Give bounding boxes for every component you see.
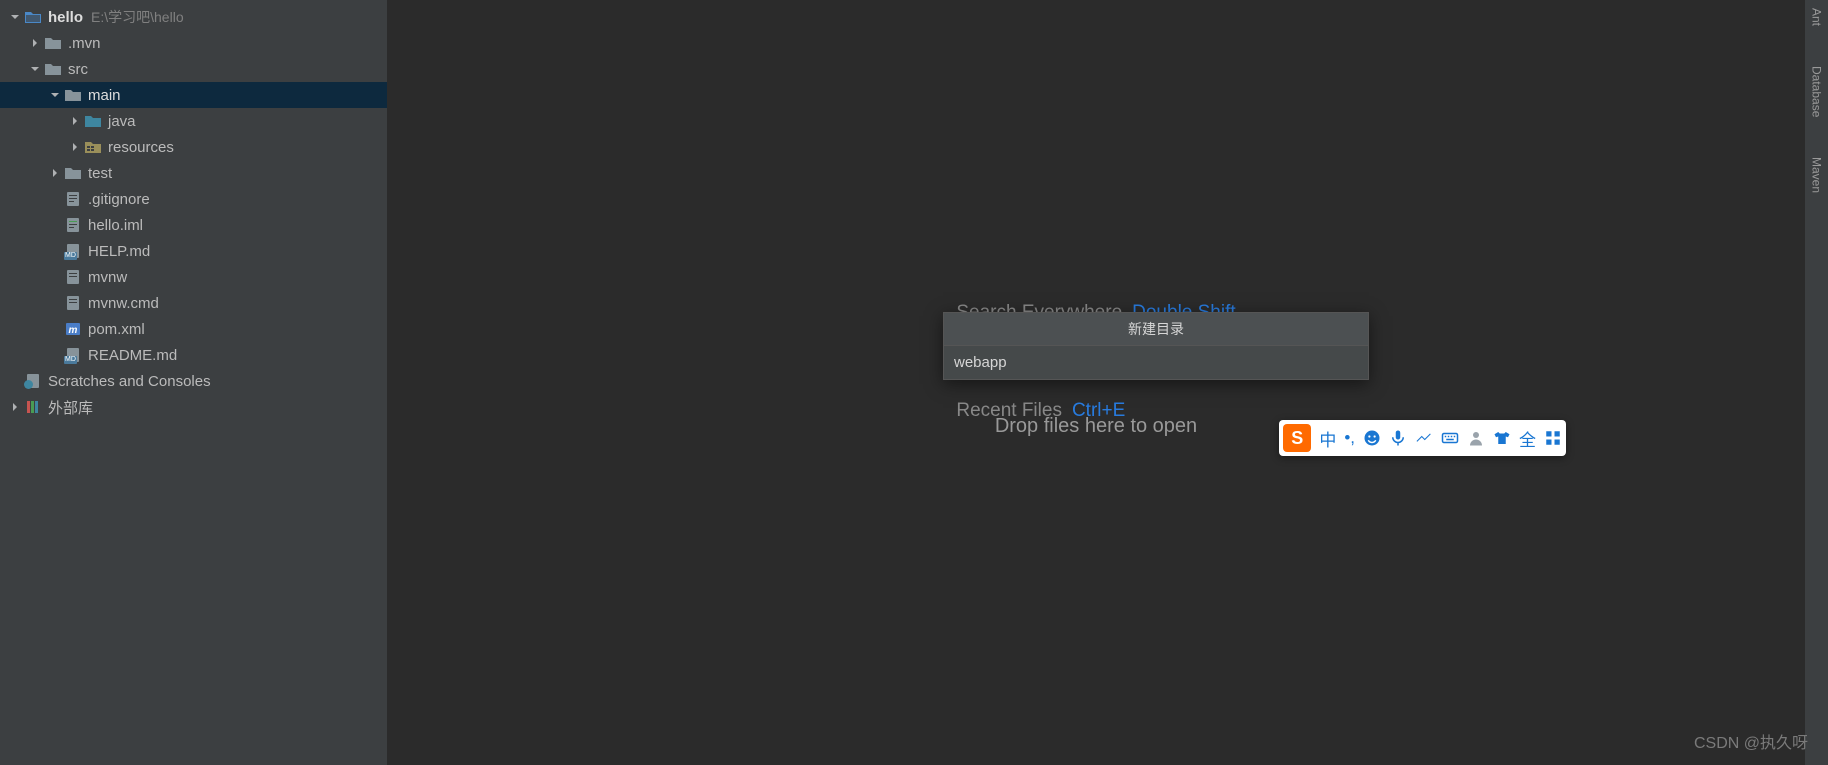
tree-label: test [88,165,112,182]
folder-icon [44,61,62,77]
folder-icon [44,35,62,51]
maven-file-icon: m [64,321,82,337]
directory-name-input[interactable] [944,345,1368,379]
tree-label: java [108,113,136,130]
tree-label: HELP.md [88,243,150,260]
tree-node-external-libs[interactable]: 外部库 [0,394,387,420]
sogou-logo-icon[interactable]: S [1283,424,1311,452]
watermark: CSDN @执久呀 [1694,729,1808,753]
tool-window-ant[interactable]: Ant [1810,8,1824,26]
tree-label: .mvn [68,35,101,52]
user-icon[interactable] [1467,429,1485,447]
tree-label: Scratches and Consoles [48,373,211,390]
file-icon [64,191,82,207]
project-name: hello [48,9,83,26]
new-directory-dialog: 新建目录 [943,312,1369,380]
tree-label: main [88,87,121,104]
tree-node-java[interactable]: java [0,108,387,134]
library-icon [24,399,42,415]
tool-window-database[interactable]: Database [1810,66,1824,117]
chevron-right-icon [28,36,42,50]
tree-node-scratches[interactable]: Scratches and Consoles [0,368,387,394]
project-tree[interactable]: hello E:\学习吧\hello .mvn src main java r [0,0,387,765]
emoji-icon[interactable] [1363,429,1381,447]
tree-label: src [68,61,88,78]
markdown-file-icon: MD [64,243,82,259]
tree-label: pom.xml [88,321,145,338]
project-path: E:\学习吧\hello [91,7,184,27]
editor-empty-area[interactable]: Search EverywhereDouble Shift Go to File… [387,0,1805,765]
tree-label: 外部库 [48,397,93,418]
tree-label: .gitignore [88,191,150,208]
microphone-icon[interactable] [1389,429,1407,447]
tree-node-help-md[interactable]: MD HELP.md [0,238,387,264]
chevron-down-icon [28,62,42,76]
chevron-right-icon [68,114,82,128]
tree-node-mvnw-cmd[interactable]: mvnw.cmd [0,290,387,316]
file-icon [64,295,82,311]
tree-node-hello-iml[interactable]: hello.iml [0,212,387,238]
right-tool-window-bar: Ant Database Maven [1805,0,1828,765]
tree-node-mvnw[interactable]: mvnw [0,264,387,290]
ime-fullwidth-toggle[interactable]: 全 [1519,426,1536,451]
tree-node-main[interactable]: main [0,82,387,108]
ime-toolbar[interactable]: S 中 •, 全 [1279,420,1566,456]
chevron-right-icon [68,140,82,154]
source-folder-icon [84,113,102,129]
chevron-right-icon [8,400,22,414]
tree-node-readme[interactable]: MD README.md [0,342,387,368]
tshirt-icon[interactable] [1493,429,1511,447]
ime-punct-toggle[interactable]: •, [1344,428,1355,448]
folder-icon [64,87,82,103]
chevron-right-icon [48,166,62,180]
folder-icon [64,165,82,181]
tree-node-pom[interactable]: m pom.xml [0,316,387,342]
tree-node-resources[interactable]: resources [0,134,387,160]
tree-node-gitignore[interactable]: .gitignore [0,186,387,212]
folder-icon [24,9,42,25]
svg-text:m: m [69,325,78,336]
tree-node-src[interactable]: src [0,56,387,82]
tree-label: hello.iml [88,217,143,234]
file-icon [64,269,82,285]
skin-icon[interactable] [1415,429,1433,447]
tree-node-mvn[interactable]: .mvn [0,30,387,56]
tree-label: mvnw.cmd [88,295,159,312]
drop-files-hint: Drop files here to open [995,415,1197,438]
markdown-file-icon: MD [64,347,82,363]
tool-window-maven[interactable]: Maven [1810,157,1824,193]
tree-label: README.md [88,347,177,364]
tree-label: resources [108,139,174,156]
keyboard-icon[interactable] [1441,429,1459,447]
toolbox-icon[interactable] [1544,429,1562,447]
resource-folder-icon [84,139,102,155]
scratches-icon [24,373,42,389]
tree-node-test[interactable]: test [0,160,387,186]
chevron-down-icon [8,10,22,24]
tree-node-project-root[interactable]: hello E:\学习吧\hello [0,4,387,30]
file-icon [64,217,82,233]
tree-label: mvnw [88,269,127,286]
chevron-down-icon [48,88,62,102]
ime-lang-toggle[interactable]: 中 [1319,426,1336,451]
dialog-title: 新建目录 [944,313,1368,345]
